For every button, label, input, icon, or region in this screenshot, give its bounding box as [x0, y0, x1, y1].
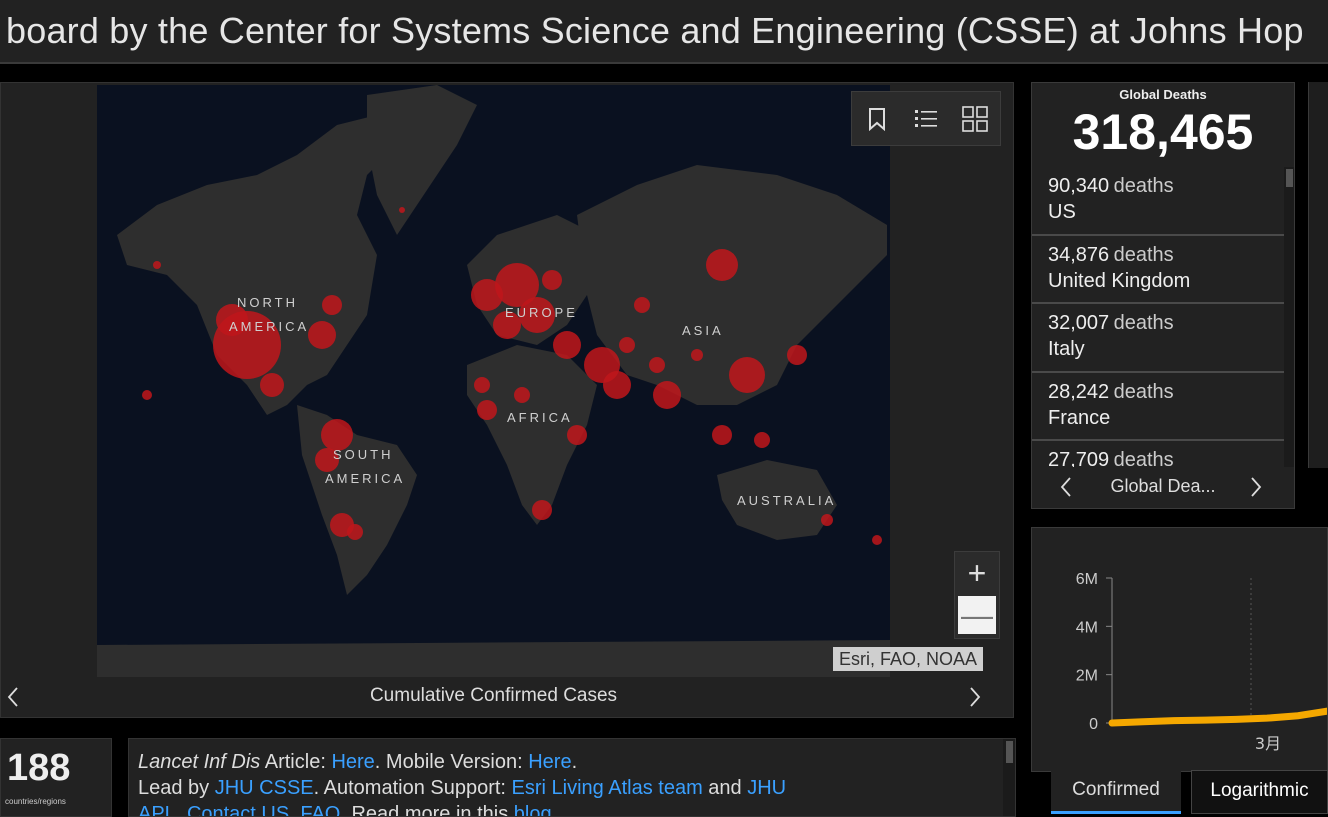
list-item[interactable]: 28,242 deaths France [1032, 373, 1284, 441]
y-tick-label: 4M [1076, 619, 1098, 636]
chevron-left-icon [1060, 477, 1071, 497]
map-next-button[interactable] [963, 683, 987, 711]
legend-list-button[interactable] [909, 102, 943, 136]
mobile-version-link[interactable]: Here [528, 751, 571, 773]
deaths-prev-button[interactable] [1054, 473, 1078, 501]
label-europe: EUROPE [505, 305, 578, 320]
deaths-count: 28,242 [1048, 380, 1110, 403]
article-link[interactable]: Here [331, 751, 374, 773]
continent-label-layer: NORTH AMERICA EUROPE ASIA AFRICA SOUTH A… [97, 85, 890, 677]
info-text-segment: and [702, 777, 748, 799]
cases-chart: 6M 4M 2M 0 3月 [1076, 571, 1327, 753]
cases-chart-panel: 6M 4M 2M 0 3月 [1031, 527, 1328, 772]
deaths-footer-label: Global Dea... [1110, 476, 1216, 496]
esri-living-atlas-link[interactable]: Esri Living Atlas team [512, 777, 703, 799]
lancet-label: Lancet Inf Dis [138, 751, 261, 773]
info-text-segment: . Read more in this [340, 803, 514, 817]
deaths-list[interactable]: 90,340 deaths US 34,876 deaths United Ki… [1032, 167, 1284, 467]
tab-confirmed[interactable]: Confirmed [1051, 770, 1181, 814]
deaths-unit: deaths [1113, 380, 1174, 403]
bookmark-icon [868, 107, 885, 131]
zoom-out-button[interactable]: — [958, 596, 996, 634]
jhu-apl-link-cont[interactable]: APL [138, 803, 176, 816]
series-line [1108, 707, 1327, 727]
tab-logarithmic[interactable]: Logarithmic [1191, 770, 1328, 814]
deaths-unit: deaths [1113, 449, 1174, 467]
deaths-country: US [1048, 201, 1076, 223]
world-map[interactable]: NORTH AMERICA EUROPE ASIA AFRICA SOUTH A… [97, 85, 890, 677]
global-deaths-total: 318,465 [1072, 104, 1254, 160]
label-australia: AUSTRALIA [737, 493, 837, 508]
label-america-south: AMERICA [325, 471, 406, 486]
country-count-panel: 188 countries/regions [0, 738, 112, 817]
y-tick-label: 6M [1076, 571, 1098, 588]
basemap-gallery-icon [962, 105, 989, 132]
chart-tabs: Confirmed Logarithmic [1051, 770, 1328, 817]
jhu-apl-link[interactable]: JHU [747, 777, 786, 799]
adjacent-panel-edge [1308, 82, 1328, 468]
deaths-unit: deaths [1113, 312, 1174, 334]
map-footer: Cumulative Confirmed Cases [1, 677, 1013, 717]
list-item[interactable]: 32,007 deaths Italy [1032, 304, 1284, 373]
y-tick-label: 2M [1076, 668, 1098, 685]
map-layer-label: Cumulative Confirmed Cases [369, 685, 618, 706]
deaths-unit: deaths [1113, 243, 1174, 266]
deaths-count: 90,340 [1048, 175, 1110, 197]
chevron-right-icon [1251, 477, 1262, 497]
deaths-country: United Kingdom [1048, 269, 1191, 292]
list-item[interactable]: 27,709 deaths [1032, 441, 1284, 467]
zoom-control: + — [954, 551, 1000, 639]
deaths-count: 27,709 [1048, 449, 1110, 467]
country-count-label: countries/regions [5, 797, 66, 806]
scrollbar-thumb[interactable] [1006, 741, 1013, 763]
label-africa: AFRICA [507, 410, 573, 425]
x-tick-label: 3月 [1255, 734, 1281, 753]
global-deaths-panel: Global Deaths 318,465 90,340 deaths US 3… [1031, 82, 1295, 509]
map-panel: NORTH AMERICA EUROPE ASIA AFRICA SOUTH A… [0, 82, 1014, 718]
deaths-scrollbar[interactable] [1284, 167, 1294, 467]
basemap-gallery-button[interactable] [958, 102, 992, 136]
deaths-count: 34,876 [1048, 243, 1110, 266]
header: board by the Center for Systems Science … [0, 0, 1328, 64]
map-toolbar [851, 91, 1001, 146]
deaths-count: 32,007 [1048, 312, 1110, 334]
info-scrollbar[interactable] [1003, 739, 1015, 816]
label-south: SOUTH [333, 447, 394, 462]
info-text-segment: Article: [260, 751, 332, 773]
global-deaths-label: Global Deaths [1119, 87, 1207, 102]
label-asia: ASIA [682, 323, 724, 338]
deaths-footer: Global Dea... [1048, 467, 1279, 509]
deaths-country: France [1048, 406, 1111, 429]
faq-link[interactable]: FAQ [300, 803, 340, 816]
deaths-country: Italy [1048, 338, 1085, 360]
info-text-segment: Lead by [138, 777, 215, 799]
info-text-segment: . [571, 751, 578, 773]
list-item[interactable]: 34,876 deaths United Kingdom [1032, 236, 1284, 304]
map-attribution: Esri, FAO, NOAA [833, 647, 984, 671]
bookmark-button[interactable] [860, 102, 894, 136]
jhu-csse-link[interactable]: JHU CSSE [215, 777, 314, 799]
deaths-next-button[interactable] [1244, 473, 1268, 501]
label-north: NORTH [237, 295, 298, 310]
list-icon [914, 109, 937, 127]
contact-us-link[interactable]: Contact US [187, 803, 289, 816]
scrollbar-thumb[interactable] [1286, 169, 1293, 187]
deaths-unit: deaths [1113, 175, 1174, 197]
zoom-in-button[interactable]: + [955, 552, 999, 595]
page-title: board by the Center for Systems Science … [6, 10, 1304, 51]
chevron-right-icon [970, 687, 981, 707]
info-text-segment: . Mobile Version: [374, 751, 529, 773]
list-item[interactable]: 90,340 deaths US [1032, 167, 1284, 236]
info-text: Lancet Inf Dis Article: Here. Mobile Ver… [138, 749, 998, 817]
y-tick-label: 0 [1089, 716, 1098, 733]
label-america-north: AMERICA [229, 319, 310, 334]
info-panel: Lancet Inf Dis Article: Here. Mobile Ver… [128, 738, 1016, 817]
info-text-segment: . Automation Support: [313, 777, 512, 799]
country-count: 188 [7, 747, 71, 789]
blog-link[interactable]: blog [514, 803, 552, 816]
